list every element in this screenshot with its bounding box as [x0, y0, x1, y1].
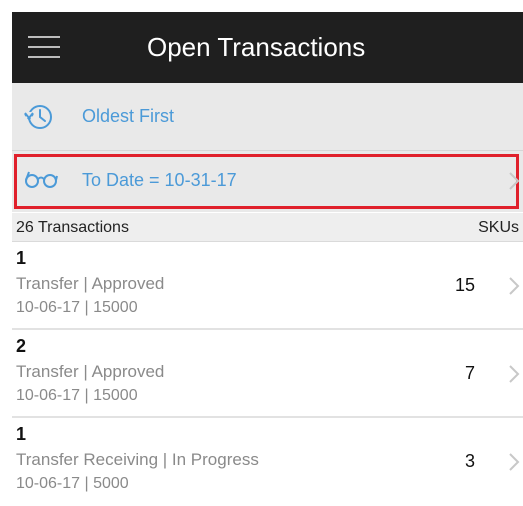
filter-label: To Date = 10-31-17 — [82, 170, 237, 190]
transaction-row[interactable]: 2 Transfer | Approved 10-06-17 | 15000 7 — [12, 330, 523, 418]
date-filter[interactable]: To Date = 10-31-17 — [12, 150, 523, 212]
transaction-type-status: Transfer | Approved — [16, 362, 165, 381]
transaction-date-number: 10-06-17 | 5000 — [16, 475, 129, 492]
app-screen: Open Transactions Oldest First To Date =… — [12, 12, 523, 506]
transaction-count: 26 Transactions — [16, 219, 129, 236]
transaction-type-status: Transfer | Approved — [16, 274, 165, 293]
chevron-right-icon — [509, 453, 520, 471]
chevron-right-icon — [509, 172, 520, 190]
page-title: Open Transactions — [147, 32, 366, 62]
transaction-date-number: 10-06-17 | 15000 — [16, 299, 138, 316]
chevron-right-icon — [509, 277, 520, 295]
transaction-row[interactable]: 1 Transfer | Approved 10-06-17 | 15000 1… — [12, 242, 523, 330]
transaction-id: 2 — [16, 336, 27, 356]
history-clock-icon — [24, 105, 52, 129]
skus-column-header: SKUs — [478, 219, 519, 236]
sort-option[interactable]: Oldest First — [12, 83, 523, 150]
transaction-id: 1 — [16, 248, 27, 268]
list-header: 26 Transactions SKUs — [12, 213, 523, 242]
chevron-right-icon — [509, 365, 520, 383]
transaction-date-number: 10-06-17 | 15000 — [16, 387, 138, 404]
transaction-row[interactable]: 1 Transfer Receiving | In Progress 10-06… — [12, 418, 523, 506]
hamburger-menu-icon[interactable] — [28, 27, 64, 67]
sku-count: 7 — [464, 363, 475, 383]
sort-label: Oldest First — [82, 106, 175, 126]
transaction-id: 1 — [16, 424, 27, 444]
top-app-bar: Open Transactions — [12, 12, 523, 83]
glasses-icon — [25, 171, 58, 188]
sku-count: 15 — [454, 275, 475, 295]
sku-count: 3 — [464, 451, 475, 471]
transaction-type-status: Transfer Receiving | In Progress — [16, 450, 259, 469]
